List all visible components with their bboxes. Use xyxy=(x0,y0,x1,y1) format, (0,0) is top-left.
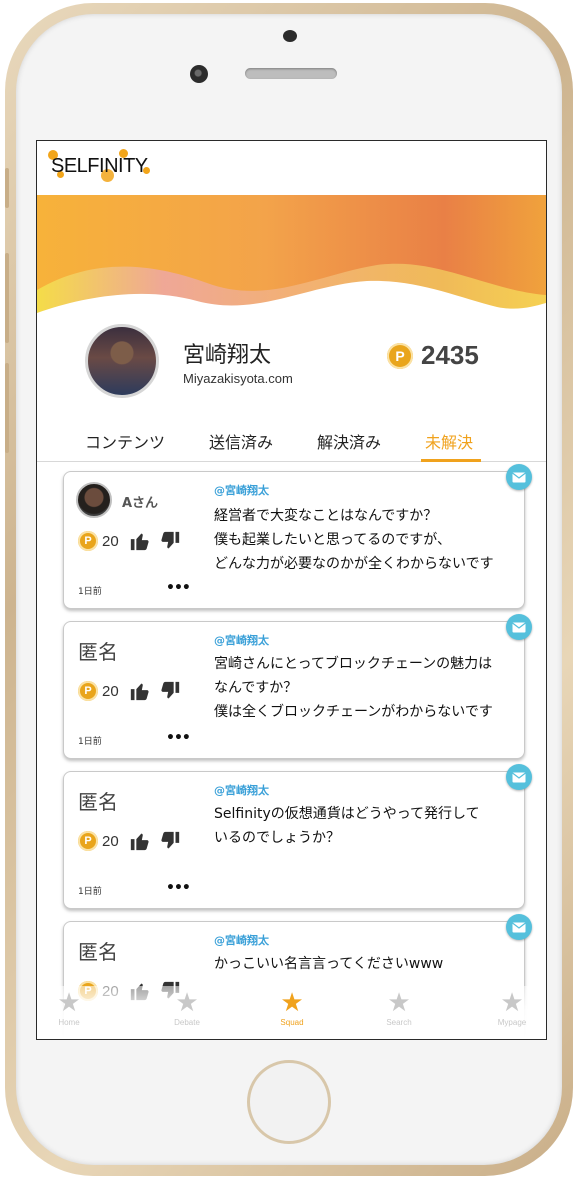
thumbs-down-icon[interactable] xyxy=(159,830,181,852)
post-time: 1日前 xyxy=(78,737,102,747)
mention-tag[interactable]: @宮崎翔太 xyxy=(214,632,269,648)
thumbs-up-icon[interactable] xyxy=(129,680,151,702)
nav-label: Squad xyxy=(280,1018,304,1027)
vote-count: 20 xyxy=(102,832,119,850)
home-button[interactable] xyxy=(247,1060,331,1144)
active-tab-indicator xyxy=(421,459,481,462)
post-time: 1日前 xyxy=(78,887,102,897)
tab-unresolved[interactable]: 未解決 xyxy=(425,429,473,453)
proximity-sensor xyxy=(283,30,297,42)
question-line: 宮崎さんにとってブロックチェーンの魅力は xyxy=(214,656,493,672)
vote-row: P 20 xyxy=(78,680,181,702)
profile-handle: Miyazakisyota.com xyxy=(183,371,293,386)
star-icon: ★ xyxy=(57,988,81,1018)
author-name: 匿名 xyxy=(78,940,118,964)
question-text: かっこいい名言言ってくださいwww xyxy=(214,952,526,976)
volume-up-button xyxy=(5,253,9,343)
question-line: 僕も起業したいと思ってるのですが、 xyxy=(214,532,452,548)
more-options-icon[interactable]: ••• xyxy=(166,580,191,596)
mail-icon[interactable] xyxy=(506,464,532,490)
question-text: 宮崎さんにとってブロックチェーンの魅力は なんですか？ 僕は全くブロックチェーン… xyxy=(214,652,526,724)
more-options-icon[interactable]: ••• xyxy=(166,730,191,746)
nav-label: Mypage xyxy=(497,1018,527,1027)
star-icon: ★ xyxy=(500,988,524,1018)
question-card[interactable]: Aさん P 20 1日前 ••• @宮崎翔太 経営者で大変なことはなんですか？ … xyxy=(63,464,532,609)
question-card[interactable]: 匿名 P 20 1日前 ••• @宮崎翔太 宮崎さんにとってブロックチェーンの魅… xyxy=(63,614,532,759)
tab-bar: コンテンツ 送信済み 解決済み 未解決 xyxy=(37,421,546,462)
question-text: 経営者で大変なことはなんですか？ 僕も起業したいと思ってるのですが、 どんな力が… xyxy=(214,504,526,576)
post-time: 1日前 xyxy=(78,587,102,597)
question-line: Selfinityの仮想通貨はどうやって発行して xyxy=(214,806,480,822)
thumbs-down-icon[interactable] xyxy=(159,530,181,552)
earpiece-speaker xyxy=(245,68,337,79)
nav-debate[interactable]: ★ Debate xyxy=(147,988,227,1027)
author-name: Aさん xyxy=(122,496,159,511)
thumbs-up-icon[interactable] xyxy=(129,830,151,852)
tab-resolved[interactable]: 解決済み xyxy=(317,429,381,453)
mention-tag[interactable]: @宮崎翔太 xyxy=(214,782,269,798)
mention-tag[interactable]: @宮崎翔太 xyxy=(214,482,269,498)
app-screen: SELFINITY 宮崎翔太 Miyazakisyota.com P 2435 … xyxy=(36,140,547,1040)
nav-label: Home xyxy=(58,1018,80,1027)
question-line: なんですか？ xyxy=(214,680,298,696)
points-value: 2435 xyxy=(421,340,479,370)
tab-contents[interactable]: コンテンツ xyxy=(85,429,165,453)
profile-banner xyxy=(37,195,546,315)
profile-name: 宮崎翔太 xyxy=(183,343,272,368)
question-line: かっこいい名言言ってくださいwww xyxy=(214,956,444,972)
star-icon: ★ xyxy=(175,988,199,1018)
more-options-icon[interactable]: ••• xyxy=(166,880,191,896)
thumbs-up-icon[interactable] xyxy=(129,530,151,552)
nav-mypage[interactable]: ★ Mypage xyxy=(472,988,546,1027)
author-avatar xyxy=(76,482,112,518)
profile-avatar[interactable] xyxy=(85,324,159,398)
nav-home[interactable]: ★ Home xyxy=(37,988,109,1027)
front-camera-icon xyxy=(190,65,208,83)
mail-icon[interactable] xyxy=(506,914,532,940)
points-display: P 2435 xyxy=(387,340,479,371)
vote-row: P 20 xyxy=(78,530,181,552)
vote-row: P 20 xyxy=(78,830,181,852)
author-name: 匿名 xyxy=(78,640,118,664)
coin-icon: P xyxy=(78,681,98,701)
thumbs-down-icon[interactable] xyxy=(159,680,181,702)
mail-icon[interactable] xyxy=(506,614,532,640)
mail-icon[interactable] xyxy=(506,764,532,790)
logo-text: SELFINITY xyxy=(51,155,148,177)
volume-down-button xyxy=(5,363,9,453)
nav-label: Search xyxy=(386,1018,412,1027)
question-line: 経営者で大変なことはなんですか？ xyxy=(214,508,438,524)
mute-switch xyxy=(5,168,9,208)
nav-search[interactable]: ★ Search xyxy=(359,988,439,1027)
coin-icon: P xyxy=(78,531,98,551)
vote-count: 20 xyxy=(102,532,119,550)
question-line: 僕は全くブロックチェーンがわからないです xyxy=(214,704,493,720)
star-icon: ★ xyxy=(280,988,304,1018)
coin-icon: P xyxy=(387,342,413,369)
author-name: 匿名 xyxy=(78,790,118,814)
question-line: どんな力が必要なのかが全くわからないです xyxy=(214,556,494,572)
star-icon: ★ xyxy=(387,988,411,1018)
question-text: Selfinityの仮想通貨はどうやって発行して いるのでしょうか？ xyxy=(214,802,526,850)
question-line: いるのでしょうか？ xyxy=(214,830,340,846)
vote-count: 20 xyxy=(102,682,119,700)
tab-sent[interactable]: 送信済み xyxy=(209,429,273,453)
nav-squad[interactable]: ★ Squad xyxy=(252,988,332,1027)
app-logo: SELFINITY xyxy=(48,149,150,182)
nav-label: Debate xyxy=(174,1018,200,1027)
question-card[interactable]: 匿名 P 20 1日前 ••• @宮崎翔太 Selfinityの仮想通貨はどうや… xyxy=(63,764,532,909)
mention-tag[interactable]: @宮崎翔太 xyxy=(214,932,269,948)
coin-icon: P xyxy=(78,831,98,851)
bottom-navigation: ★ Home ★ Debate ★ Squad ★ Search ★ Mypag… xyxy=(37,986,546,1039)
